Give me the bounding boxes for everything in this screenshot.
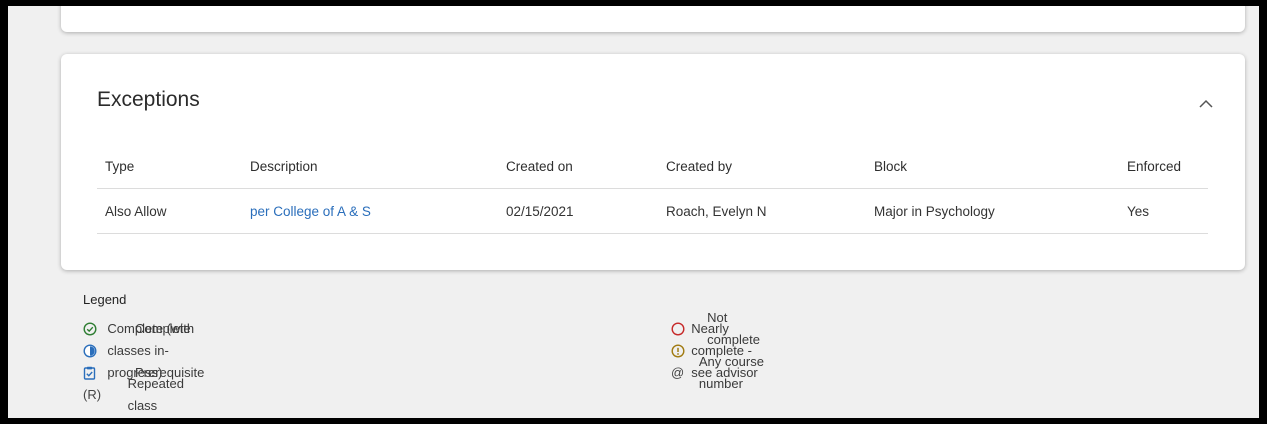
cell-enforced: Yes	[1119, 188, 1208, 234]
clipboard-check-icon	[83, 366, 96, 380]
cell-created-by: Roach, Evelyn N	[658, 188, 866, 234]
legend-item-any-course: @ Any course number	[671, 354, 769, 391]
column-header-block[interactable]: Block	[866, 144, 1119, 189]
empty-circle-icon	[671, 322, 685, 336]
description-link[interactable]: per College of A & S	[250, 204, 371, 219]
exclamation-circle-icon	[671, 344, 685, 358]
previous-card	[61, 6, 1245, 32]
cell-block: Major in Psychology	[866, 188, 1119, 234]
chevron-up-icon	[1199, 99, 1213, 108]
exceptions-table: Type Description Created on Created by B…	[97, 144, 1208, 234]
legend-item-repeated: (R) Repeated class	[83, 376, 204, 413]
at-symbol: @	[671, 365, 685, 380]
table-row: Also Allow per College of A & S 02/15/20…	[97, 188, 1208, 234]
exceptions-title: Exceptions	[97, 88, 200, 111]
column-header-description[interactable]: Description	[242, 144, 498, 189]
column-header-created-on[interactable]: Created on	[498, 144, 658, 189]
repeated-symbol: (R)	[83, 387, 102, 402]
legend-left-column: Complete Complete (with classes in-progr…	[83, 318, 204, 413]
main-viewport: Exceptions Type Description Created on C…	[8, 6, 1259, 418]
half-circle-icon	[83, 344, 97, 358]
check-circle-icon	[83, 322, 97, 336]
cell-description: per College of A & S	[242, 188, 498, 234]
column-header-type[interactable]: Type	[97, 144, 242, 189]
legend-label: Any course number	[698, 354, 764, 391]
column-header-created-by[interactable]: Created by	[658, 144, 866, 189]
exceptions-card: Exceptions Type Description Created on C…	[61, 54, 1245, 270]
legend-label: Repeated class	[127, 376, 184, 413]
legend-right-column: Not complete Nearly complete - see advis…	[671, 310, 769, 391]
legend: Legend Complete Complete (with classes i…	[83, 292, 764, 413]
legend-title: Legend	[83, 292, 127, 307]
table-header-row: Type Description Created on Created by B…	[97, 144, 1208, 189]
collapse-button[interactable]	[1195, 92, 1217, 114]
legend-item-in-progress: Complete (with classes in-progress)	[83, 321, 204, 380]
column-header-enforced[interactable]: Enforced	[1119, 144, 1208, 189]
cell-type: Also Allow	[97, 188, 242, 234]
cell-created-on: 02/15/2021	[498, 188, 658, 234]
